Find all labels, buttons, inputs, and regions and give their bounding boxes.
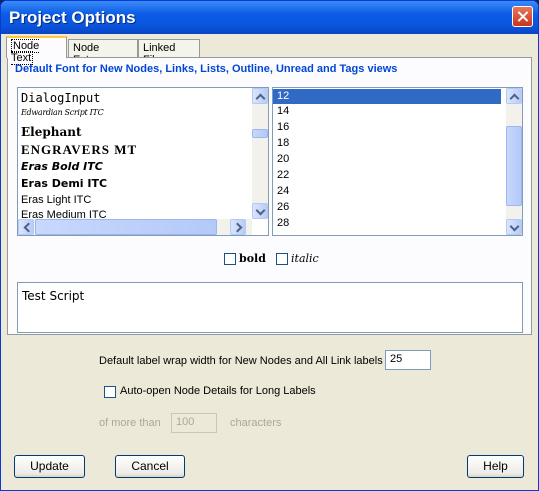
size-item-16[interactable]: 16 bbox=[273, 121, 501, 133]
font-preview-text: Test Script bbox=[22, 289, 85, 303]
chevron-down-icon[interactable] bbox=[252, 203, 268, 219]
font-item-dialoginput[interactable]: DialogInput bbox=[21, 91, 100, 105]
size-item-26[interactable]: 26 bbox=[273, 201, 501, 213]
tab-linked-files[interactable]: Linked Files bbox=[138, 39, 200, 66]
size-item-24[interactable]: 24 bbox=[273, 185, 501, 197]
size-item-12[interactable]: 12 bbox=[273, 89, 501, 104]
more-than-label: of more than bbox=[99, 417, 161, 429]
size-item-14[interactable]: 14 bbox=[273, 105, 501, 117]
size-list-vscrollbar[interactable] bbox=[506, 88, 522, 235]
chevron-left-icon[interactable] bbox=[18, 219, 34, 235]
wrap-width-label: Default label wrap width for New Nodes a… bbox=[99, 355, 383, 367]
size-list-vthumb[interactable] bbox=[506, 126, 522, 206]
help-button[interactable]: Help bbox=[467, 455, 524, 478]
font-list-hscrollbar[interactable] bbox=[18, 219, 252, 235]
italic-checkbox[interactable] bbox=[276, 253, 288, 265]
font-family-list[interactable]: DialogInput Edwardian Script ITC Elephan… bbox=[17, 87, 269, 236]
title-bar[interactable]: Project Options bbox=[1, 1, 538, 34]
project-options-dialog: Project Options Node Text Node Extras Li… bbox=[0, 0, 539, 491]
font-item-eras-bold[interactable]: Eras Bold ITC bbox=[21, 160, 103, 173]
characters-label: characters bbox=[230, 417, 282, 429]
tab-node-extras[interactable]: Node Extras bbox=[68, 39, 138, 66]
font-group-title: Default Font for New Nodes, Links, Lists… bbox=[15, 63, 398, 75]
tab-node-text[interactable]: Node Text bbox=[6, 36, 67, 65]
chevron-up-icon[interactable] bbox=[252, 88, 268, 104]
auto-open-checkbox[interactable] bbox=[104, 386, 116, 398]
italic-label: italic bbox=[291, 252, 319, 265]
update-button[interactable]: Update bbox=[14, 455, 85, 478]
window-title: Project Options bbox=[9, 8, 136, 27]
close-icon[interactable] bbox=[512, 6, 533, 27]
char-limit-input[interactable]: 100 bbox=[171, 413, 217, 433]
size-item-22[interactable]: 22 bbox=[273, 169, 501, 181]
chevron-right-icon[interactable] bbox=[230, 219, 246, 235]
font-item-edwardian-script[interactable]: Edwardian Script ITC bbox=[21, 108, 104, 117]
chevron-down-icon[interactable] bbox=[506, 219, 522, 235]
font-list-hthumb[interactable] bbox=[35, 219, 217, 235]
font-item-eras-demi[interactable]: Eras Demi ITC bbox=[21, 177, 107, 190]
font-list-vscrollbar[interactable] bbox=[252, 88, 268, 219]
font-list-vthumb[interactable] bbox=[252, 129, 268, 138]
wrap-width-input[interactable]: 25 bbox=[385, 350, 431, 370]
bold-checkbox[interactable] bbox=[224, 253, 236, 265]
node-text-panel: Default Font for New Nodes, Links, Lists… bbox=[7, 57, 532, 335]
cancel-button[interactable]: Cancel bbox=[115, 455, 185, 478]
bold-label: bold bbox=[239, 252, 266, 265]
size-item-18[interactable]: 18 bbox=[273, 137, 501, 149]
auto-open-label: Auto-open Node Details for Long Labels bbox=[120, 385, 316, 397]
size-item-20[interactable]: 20 bbox=[273, 153, 501, 165]
chevron-up-icon[interactable] bbox=[506, 88, 522, 104]
font-size-list[interactable]: 12 14 16 18 20 22 24 26 28 bbox=[272, 87, 523, 236]
font-preview-box[interactable]: Test Script bbox=[17, 282, 523, 333]
font-item-elephant[interactable]: Elephant bbox=[21, 125, 82, 139]
font-item-engravers[interactable]: ENGRAVERS MT bbox=[21, 142, 137, 158]
size-item-28[interactable]: 28 bbox=[273, 217, 501, 229]
font-item-eras-light[interactable]: Eras Light ITC bbox=[21, 194, 91, 206]
